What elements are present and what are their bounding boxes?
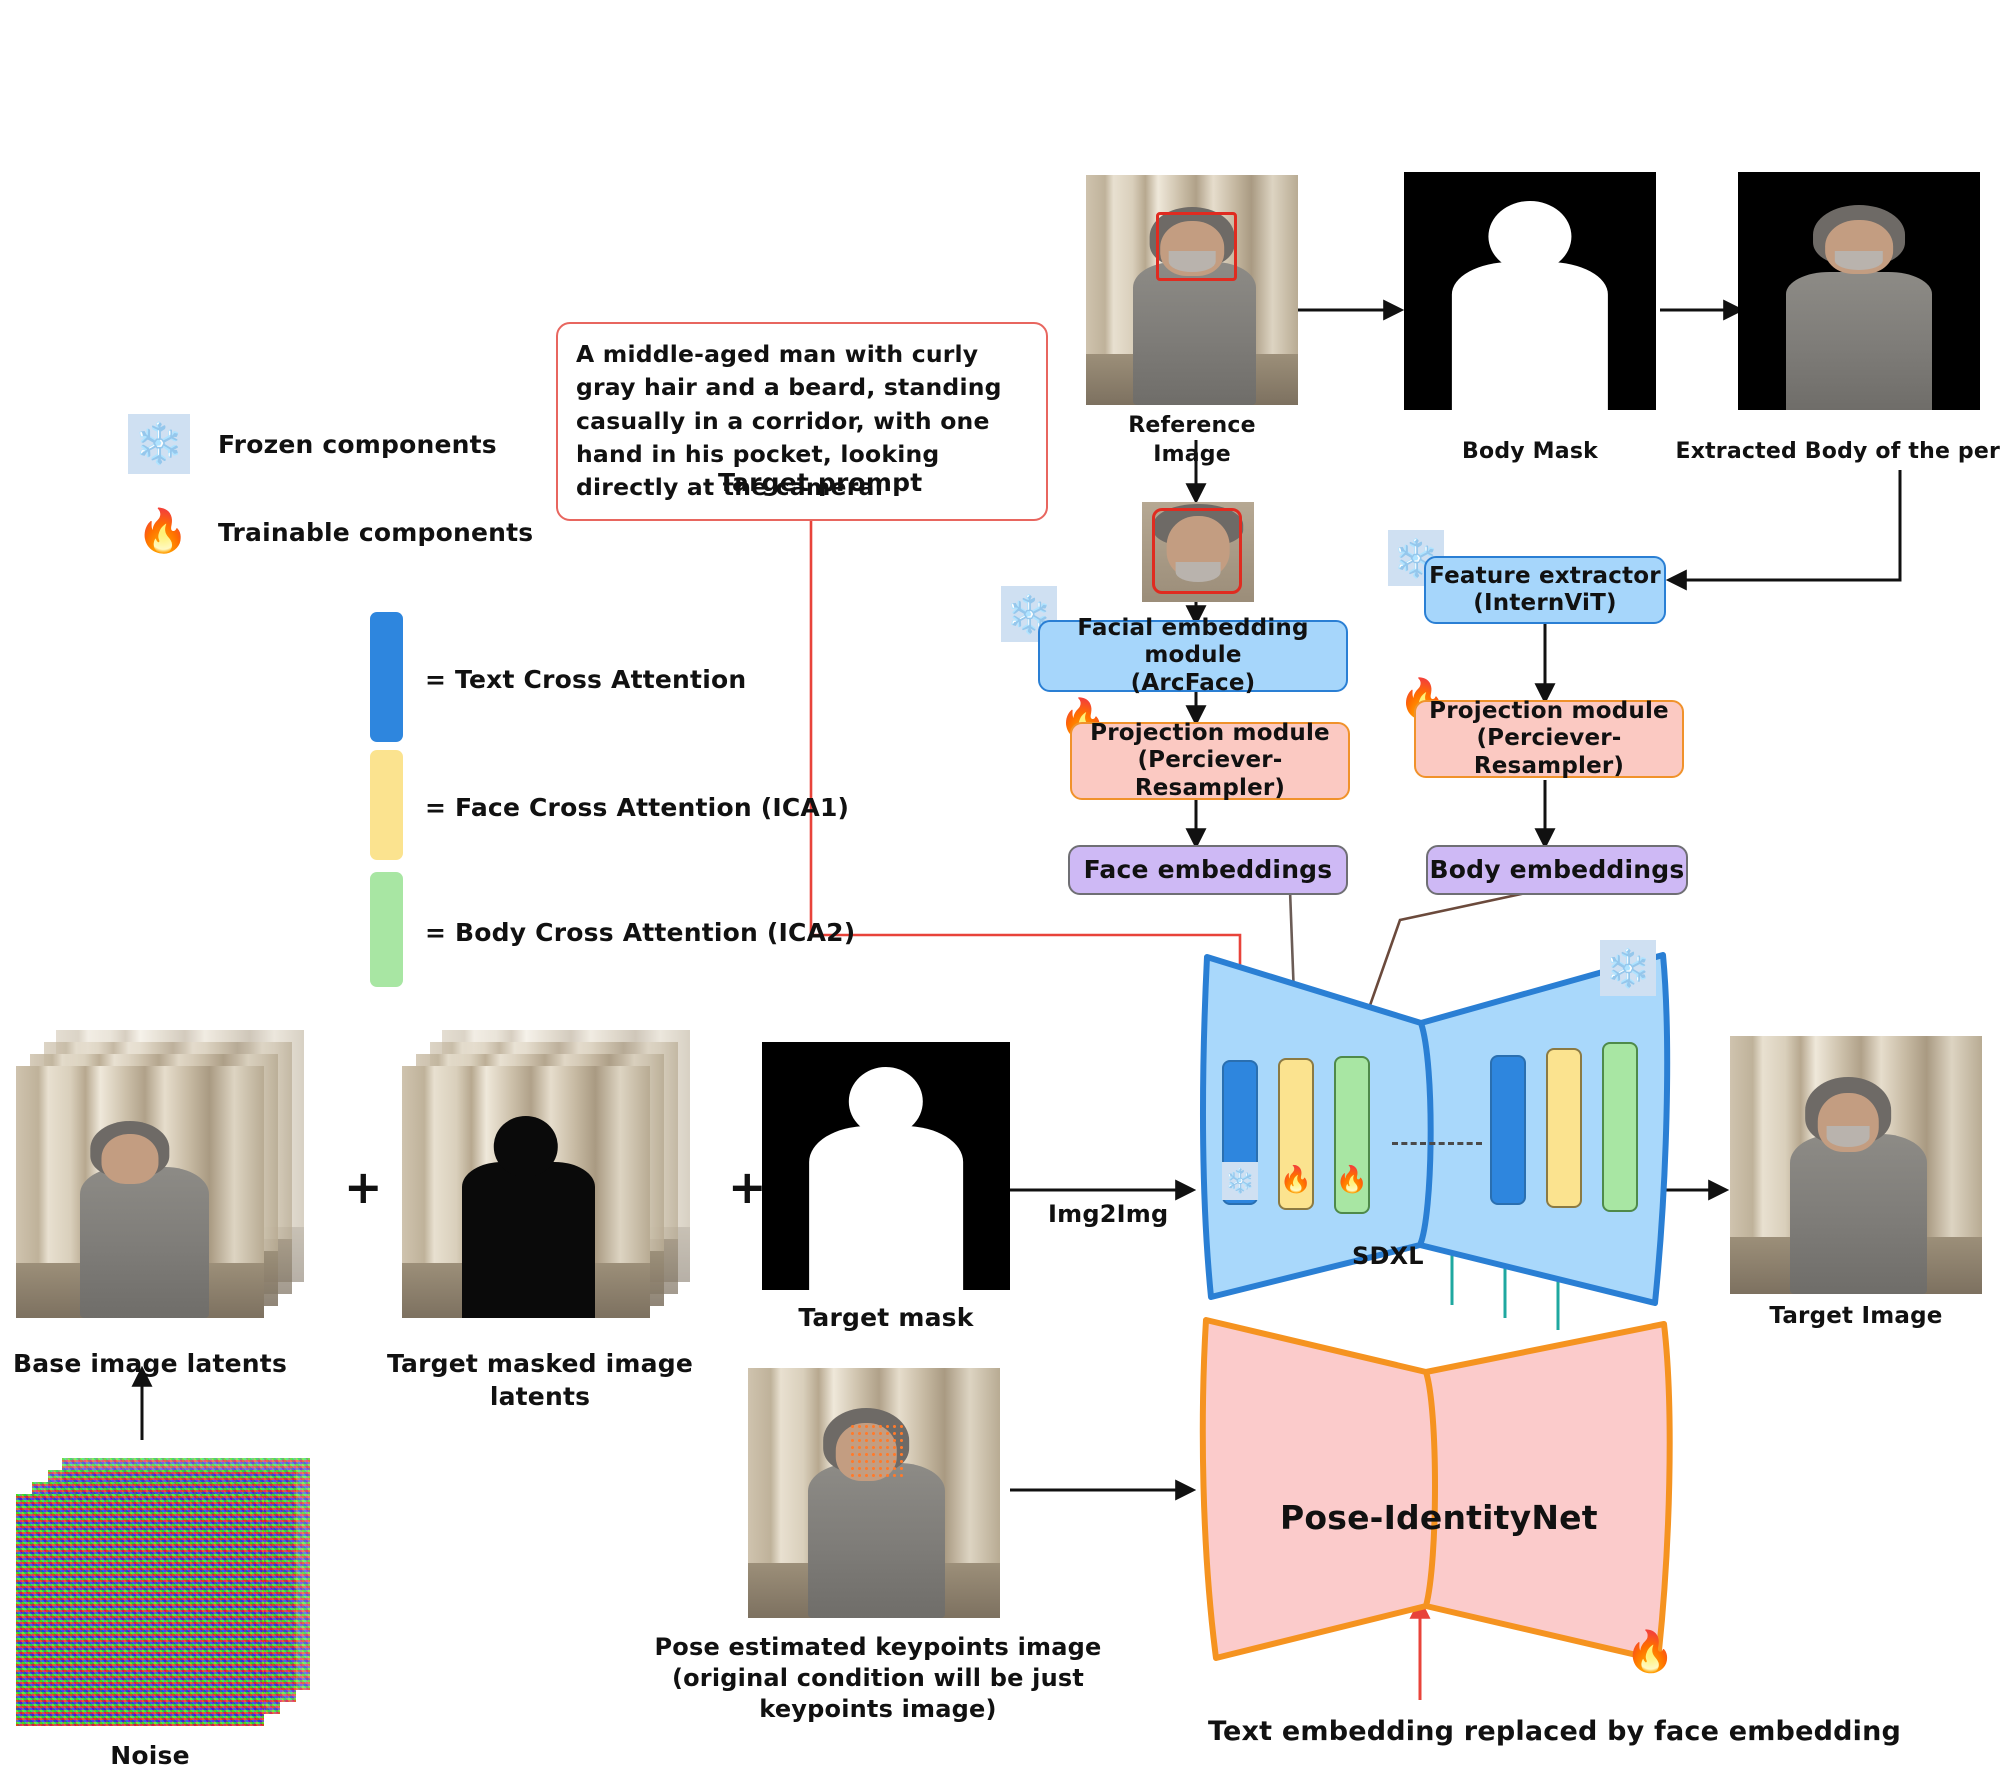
base-image-latents-stack bbox=[14, 1030, 304, 1340]
noise-stack bbox=[14, 1458, 314, 1738]
body-mask-image bbox=[1404, 172, 1656, 410]
unet-up-text-cross-attention-bar bbox=[1490, 1055, 1526, 1205]
unet-up-face-cross-attention-bar bbox=[1546, 1048, 1582, 1208]
img2img-label: Img2Img bbox=[1048, 1200, 1169, 1228]
extracted-body-image bbox=[1738, 172, 1980, 410]
face-embeddings: Face embeddings bbox=[1068, 845, 1348, 895]
face-crop-bbox bbox=[1152, 508, 1242, 594]
target-mask-caption: Target mask bbox=[798, 1303, 974, 1332]
pose-identitynet-label: Pose-IdentityNet bbox=[1280, 1498, 1598, 1537]
legend-bar-face-attention bbox=[370, 750, 403, 860]
legend-label-face-attention: = Face Cross Attention (ICA1) bbox=[425, 793, 850, 822]
controlnet-trainable-icon: 🔥 bbox=[1625, 1629, 1675, 1675]
cropped-face-image bbox=[1142, 502, 1254, 602]
legend-trainable-label: Trainable components bbox=[218, 518, 534, 547]
legend-label-text-attention: = Text Cross Attention bbox=[425, 665, 747, 694]
plus-sign-1: + bbox=[344, 1160, 383, 1214]
bottom-note: Text embedding replaced by face embeddin… bbox=[1208, 1716, 1902, 1747]
reference-image-caption: Reference Image bbox=[1128, 413, 1256, 467]
pose-identitynet bbox=[1188, 1310, 1688, 1670]
facial-embedding-module: Facial embedding module (ArcFace) bbox=[1038, 615, 1348, 696]
legend-label-body-attention: = Body Cross Attention (ICA2) bbox=[425, 918, 856, 947]
legend-bar-text-attention bbox=[370, 612, 403, 742]
extracted-body-caption: Extracted Body of the person bbox=[1675, 439, 2000, 464]
base-image-latents-caption: Base image latents bbox=[12, 1349, 288, 1378]
body-projection-module: Projection module (Perciever-Resampler) bbox=[1414, 698, 1684, 779]
legend-bar-body-attention bbox=[370, 872, 403, 987]
unet-up-body-cross-attention-bar bbox=[1602, 1042, 1638, 1212]
pose-keypoints-overlay bbox=[848, 1423, 905, 1478]
target-image bbox=[1730, 1036, 1982, 1294]
unet-bottleneck-dashes bbox=[1392, 1142, 1482, 1145]
sdxl-label: SDXL bbox=[1352, 1242, 1424, 1270]
target-image-caption: Target Image bbox=[1769, 1303, 1943, 1329]
reference-image bbox=[1086, 175, 1298, 405]
face-projection-module: Projection module (Perciever-Resampler) bbox=[1070, 720, 1350, 801]
pose-keypoints-caption: Pose estimated keypoints image (original… bbox=[654, 1633, 1102, 1724]
legend-frozen-icon: ❄️ bbox=[128, 414, 190, 474]
unet-text-attention-frozen-icon: ❄️ bbox=[1222, 1162, 1258, 1200]
noise-caption: Noise bbox=[110, 1741, 190, 1770]
plus-sign-2: + bbox=[728, 1160, 767, 1214]
feature-extractor-module: Feature extractor (InternViT) bbox=[1424, 556, 1666, 624]
reference-face-bbox bbox=[1155, 211, 1237, 281]
unet-face-attention-trainable-icon: 🔥 bbox=[1279, 1165, 1313, 1195]
unet-frozen-icon: ❄️ bbox=[1600, 940, 1656, 996]
target-masked-latents-stack bbox=[400, 1030, 690, 1340]
target-masked-latents-caption: Target masked image latents bbox=[387, 1349, 693, 1411]
target-mask-image bbox=[762, 1042, 1010, 1290]
pose-keypoints-image bbox=[748, 1368, 1000, 1618]
body-embeddings: Body embeddings bbox=[1426, 845, 1688, 895]
legend-frozen-label: Frozen components bbox=[218, 430, 497, 459]
target-prompt-caption: Target prompt bbox=[718, 468, 923, 497]
unet-body-attention-trainable-icon: 🔥 bbox=[1335, 1165, 1369, 1195]
body-mask-caption: Body Mask bbox=[1462, 439, 1598, 464]
legend-trainable-icon: 🔥 bbox=[136, 506, 190, 555]
